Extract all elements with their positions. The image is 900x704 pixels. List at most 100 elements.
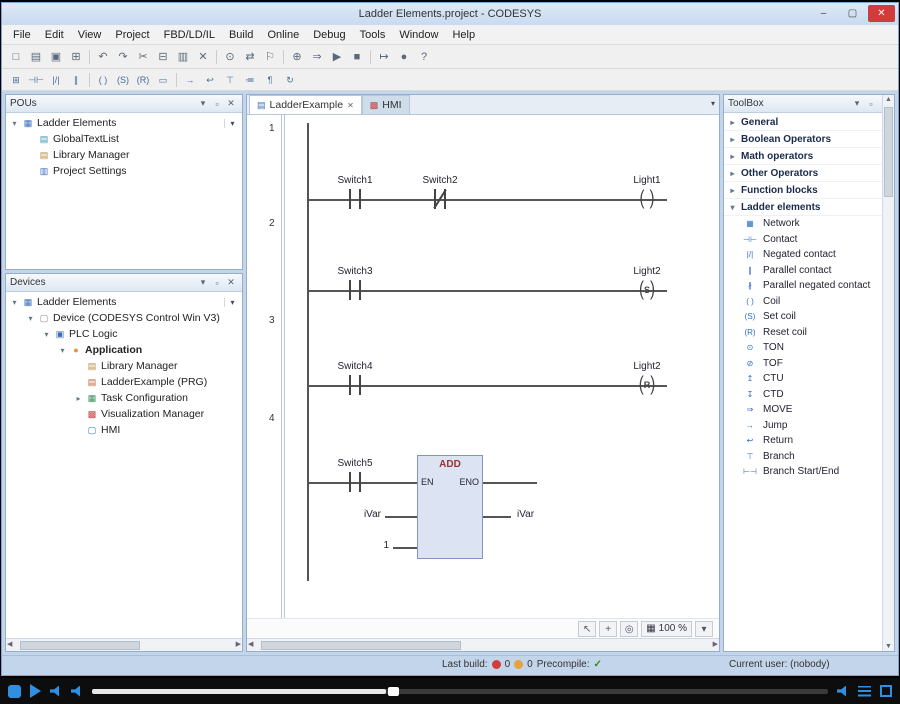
scroll-up-icon[interactable]: ▲ [885, 96, 892, 103]
block-output-operand[interactable]: iVar [517, 509, 534, 520]
menu-tools[interactable]: Tools [353, 27, 393, 43]
seek-bar[interactable] [92, 689, 828, 694]
toolbox-item-jump[interactable]: → Jump [724, 418, 882, 434]
coil-light1[interactable]: () [636, 189, 658, 209]
return-tool-icon[interactable]: ↩ [200, 71, 220, 89]
chevron-down-icon[interactable]: ▾ [224, 298, 240, 307]
toolbox-item-negated-contact[interactable]: |/| Negated contact [724, 247, 882, 263]
menu-fbd-ld-il[interactable]: FBD/LD/IL [157, 27, 222, 43]
menu-online[interactable]: Online [260, 27, 306, 43]
expander-icon[interactable]: ▾ [10, 119, 19, 128]
delete-icon[interactable]: ✕ [193, 48, 213, 66]
toolbox-vscrollbar[interactable]: ▲ ▼ [882, 95, 894, 651]
zoom-menu-icon[interactable]: ▾ [695, 621, 713, 637]
breakpoint-icon[interactable]: ● [394, 48, 414, 66]
panel-close-icon[interactable]: ✕ [224, 98, 238, 109]
scroll-thumb[interactable] [884, 107, 893, 197]
menu-help[interactable]: Help [445, 27, 482, 43]
cut-icon[interactable]: ✂ [133, 48, 153, 66]
network-number[interactable]: 1 [269, 123, 275, 134]
branch-tool-icon[interactable]: ⊤ [220, 71, 240, 89]
assign-tool-icon[interactable]: ≔ [240, 71, 260, 89]
negated-contact-switch2[interactable] [432, 189, 448, 209]
expander-icon[interactable]: ▸ [728, 118, 737, 127]
toolbox-item-set-coil[interactable]: (S) Set coil [724, 309, 882, 325]
replace-icon[interactable]: ⇄ [240, 48, 260, 66]
seek-handle[interactable] [388, 687, 399, 696]
toolbox-item-branch[interactable]: ⊤ Branch [724, 449, 882, 465]
toolbox-item-coil[interactable]: ( ) Coil [724, 294, 882, 310]
open-file-icon[interactable]: ▤ [26, 48, 46, 66]
function-block-tool-icon[interactable]: ▭ [153, 71, 173, 89]
menu-edit[interactable]: Edit [38, 27, 71, 43]
add-function-block[interactable]: ADD EN ENO [417, 455, 483, 559]
block-input-operand[interactable]: iVar [364, 509, 381, 520]
expander-icon[interactable]: ▾ [728, 203, 737, 212]
menu-view[interactable]: View [71, 27, 109, 43]
close-icon[interactable]: ✕ [347, 101, 354, 110]
tree-row[interactable]: ▢ HMI [6, 422, 242, 438]
contact-tool-icon[interactable]: ⊣⊢ [26, 71, 46, 89]
network-number[interactable]: 4 [269, 413, 275, 424]
toolbox-category-math-operators[interactable]: ▸ Math operators [724, 148, 882, 165]
menu-debug[interactable]: Debug [306, 27, 352, 43]
tree-row[interactable]: ▤ LadderExample (PRG) [6, 374, 242, 390]
print-icon[interactable]: ⊞ [66, 48, 86, 66]
pous-panel-header[interactable]: POUs ▾ ▫ ✕ [6, 95, 242, 113]
scroll-left-icon[interactable]: ◀ [248, 640, 253, 648]
toolbox-category-function-blocks[interactable]: ▸ Function blocks [724, 182, 882, 199]
tree-row[interactable]: ▤ Library Manager [6, 358, 242, 374]
scroll-left-icon[interactable]: ◀ [7, 640, 12, 648]
contact-label[interactable]: Switch2 [422, 175, 457, 186]
expander-icon[interactable]: ▸ [728, 135, 737, 144]
redo-icon[interactable]: ↷ [113, 48, 133, 66]
tree-row[interactable]: ▤ GlobalTextList [6, 131, 242, 147]
expander-icon[interactable]: ▸ [728, 186, 737, 195]
toolbox-item-reset-coil[interactable]: (R) Reset coil [724, 325, 882, 341]
toolbox-item-parallel-negated-contact[interactable]: ∦ Parallel negated contact [724, 278, 882, 294]
toolbox-item-ctu[interactable]: ↥ CTU [724, 371, 882, 387]
toolbox-category-general[interactable]: ▸ General [724, 114, 882, 131]
help-icon[interactable]: ? [414, 48, 434, 66]
parallel-contact-tool-icon[interactable]: ∥ [66, 71, 86, 89]
toolbox-item-ctd[interactable]: ↧ CTD [724, 387, 882, 403]
expander-icon[interactable]: ▸ [74, 394, 83, 403]
step-over-icon[interactable]: ↦ [374, 48, 394, 66]
panel-pin-icon[interactable]: ▫ [210, 99, 224, 109]
scroll-thumb[interactable] [261, 641, 461, 650]
paste-icon[interactable]: ▥ [173, 48, 193, 66]
reset-coil-tool-icon[interactable]: (R) [133, 71, 153, 89]
contact-label[interactable]: Switch3 [337, 266, 372, 277]
expander-icon[interactable]: ▾ [42, 330, 51, 339]
menu-window[interactable]: Window [392, 27, 445, 43]
block-input-operand[interactable]: 1 [383, 540, 389, 551]
menu-build[interactable]: Build [222, 27, 260, 43]
reset-coil-light2[interactable]: (R) [636, 375, 658, 395]
close-button[interactable]: ✕ [868, 5, 895, 22]
new-file-icon[interactable]: □ [6, 48, 26, 66]
toolbox-item-move[interactable]: ⇒ MOVE [724, 402, 882, 418]
save-icon[interactable]: ▣ [46, 48, 66, 66]
editor-hscrollbar[interactable]: ◀ ▶ [247, 638, 719, 651]
maximize-button[interactable]: ▢ [839, 5, 866, 22]
set-coil-light2[interactable]: (S) [636, 280, 658, 300]
scroll-right-icon[interactable]: ▶ [236, 640, 241, 648]
tab-list-dropdown-icon[interactable]: ▾ [711, 99, 715, 108]
expander-icon[interactable]: ▾ [26, 314, 35, 323]
menu-project[interactable]: Project [108, 27, 156, 43]
comment-tool-icon[interactable]: ¶ [260, 71, 280, 89]
undo-icon[interactable]: ↶ [93, 48, 113, 66]
panel-menu-icon[interactable]: ▾ [196, 98, 210, 109]
refresh-tool-icon[interactable]: ↻ [280, 71, 300, 89]
toolbox-item-contact[interactable]: ⊣⊢ Contact [724, 232, 882, 248]
toolbox-item-ton[interactable]: ⊙ TON [724, 340, 882, 356]
scroll-right-icon[interactable]: ▶ [713, 640, 718, 648]
volume-icon[interactable] [837, 686, 849, 697]
tree-row[interactable]: ▾ ▦ Ladder Elements ▾ [6, 294, 242, 310]
contact-switch4[interactable] [347, 375, 363, 395]
fullscreen-icon[interactable] [880, 685, 892, 697]
scroll-down-icon[interactable]: ▼ [885, 643, 892, 650]
tab-ladderexample[interactable]: ▤ LadderExample ✕ [249, 95, 362, 114]
scroll-thumb[interactable] [20, 641, 140, 650]
tree-row[interactable]: ▾ ▦ Ladder Elements ▾ [6, 115, 242, 131]
